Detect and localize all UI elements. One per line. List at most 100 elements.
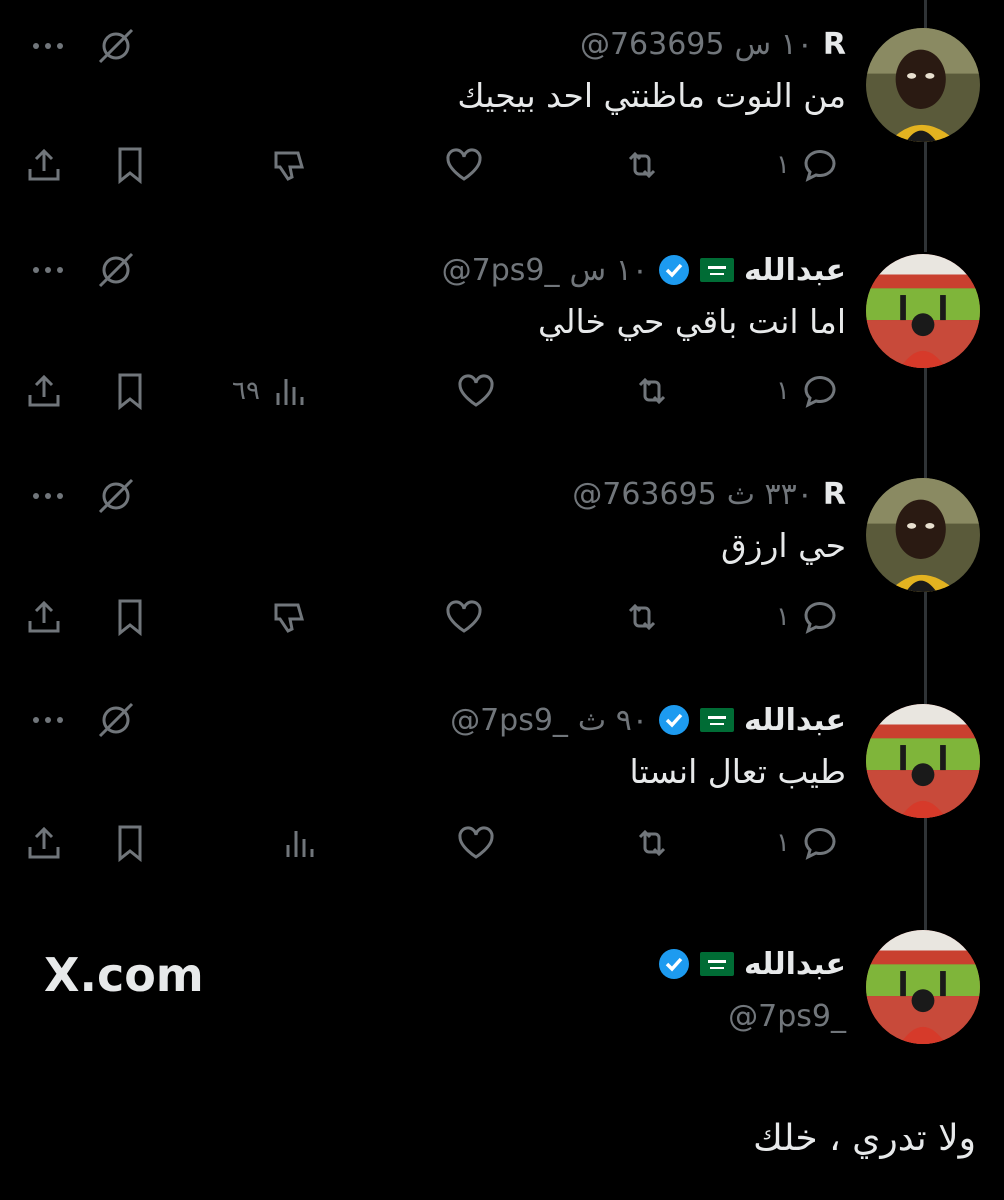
repost-icon [628,603,656,631]
bookmark-icon [118,373,142,411]
repost-icon [638,829,666,857]
repost-button[interactable] [622,592,662,642]
share-button[interactable] [24,366,64,416]
heart-icon [446,600,482,633]
avatar[interactable] [866,28,980,142]
reply-count: ١ [776,376,790,406]
analytics-icon [286,831,314,857]
bookmark-icon [118,147,142,185]
dislike-button[interactable] [270,592,310,642]
more-options-icon[interactable] [28,476,68,516]
reply-count: ١ [776,602,790,632]
reply-button[interactable]: ١ [776,592,840,642]
handle-and-time: @763695 ١٠ س [580,27,813,62]
profile-header: عبدالله [658,944,846,984]
bookmark-button[interactable] [110,366,150,416]
timestamp[interactable]: ١٠ س [734,27,812,62]
avatar[interactable] [866,930,980,1044]
grok-icon[interactable] [96,700,136,740]
profile-handle-row: @7ps9_ [728,996,846,1036]
repost-button[interactable] [632,818,672,868]
reply-button[interactable]: ١ [776,818,840,868]
display-name[interactable]: عبدالله [744,947,846,982]
views-button[interactable] [280,818,320,868]
grok-icon[interactable] [96,476,136,516]
tweet-header: عبدالله @7ps9_ ٩٠ ث [450,700,846,740]
display-name[interactable]: عبدالله [744,253,846,288]
share-button[interactable] [24,140,64,190]
reply-icon [804,376,836,408]
repost-icon [638,377,666,405]
more-options-icon[interactable] [28,26,68,66]
heart-icon [458,374,494,407]
x-brand-logo[interactable]: X.com [44,948,204,1002]
avatar[interactable] [866,478,980,592]
dislike-button[interactable] [270,140,310,190]
views-count: ٦٩ [232,376,260,406]
timestamp[interactable]: ٣٣٠ ث [727,477,813,512]
bookmark-icon [118,599,142,637]
tweet-text: طيب تعال انستا [629,752,846,791]
like-button[interactable] [456,366,496,416]
avatar[interactable] [866,704,980,818]
tweet-actions: ٦٩ ١ [0,366,1004,416]
timestamp[interactable]: ١٠ س [570,253,648,288]
brand-text: X.com [44,948,204,1002]
saudi-flag-icon [699,952,734,976]
repost-button[interactable] [632,366,672,416]
tweet-header: R @763695 ٣٣٠ ث [572,474,846,514]
saudi-flag-icon [699,258,734,282]
handle[interactable]: @763695 [580,27,725,62]
heart-icon [446,148,482,181]
repost-icon [628,151,656,179]
verified-badge-icon [658,949,689,979]
reply-count: ١ [776,828,790,858]
tweet-actions: ١ [0,140,1004,190]
tweet-header: R @763695 ١٠ س [580,24,846,64]
thumbs-down-icon [274,151,304,181]
more-options-icon[interactable] [28,250,68,290]
like-button[interactable] [444,592,484,642]
bookmark-button[interactable] [110,140,150,190]
repost-button[interactable] [622,140,662,190]
like-button[interactable] [456,818,496,868]
bookmark-button[interactable] [110,818,150,868]
verified-badge-icon [658,255,689,285]
reply-count: ١ [776,150,790,180]
handle[interactable]: @763695 [572,477,717,512]
verified-badge-icon [658,705,689,735]
handle[interactable]: @7ps9_ [450,703,568,738]
tweet-actions: ١ [0,592,1004,642]
display-name[interactable]: R [823,27,846,62]
share-icon [28,374,60,407]
reply-icon [804,828,836,860]
reply-button[interactable]: ١ [776,366,840,416]
views-button[interactable]: ٦٩ [232,366,310,416]
handle[interactable]: @7ps9_ [442,253,560,288]
handle-and-time: @7ps9_ ١٠ س [442,253,648,288]
heart-icon [458,826,494,859]
share-icon [28,826,60,859]
handle[interactable]: @7ps9_ [728,999,846,1034]
avatar[interactable] [866,254,980,368]
display-name[interactable]: R [823,477,846,512]
handle-and-time: @763695 ٣٣٠ ث [572,477,813,512]
tweet-actions: ١ [0,818,1004,868]
share-icon [28,600,60,633]
display-name[interactable]: عبدالله [744,703,846,738]
like-button[interactable] [444,140,484,190]
timestamp[interactable]: ٩٠ ث [578,703,648,738]
tweet-text: اما انت باقي حي خالي [537,302,846,341]
grok-icon[interactable] [96,26,136,66]
grok-icon[interactable] [96,250,136,290]
share-button[interactable] [24,818,64,868]
bookmark-button[interactable] [110,592,150,642]
more-options-icon[interactable] [28,700,68,740]
saudi-flag-icon [699,708,734,732]
thread-line [924,0,927,30]
tweet-header: عبدالله @7ps9_ ١٠ س [442,250,846,290]
share-button[interactable] [24,592,64,642]
reply-button[interactable]: ١ [776,140,840,190]
tweet-text: حي ارزق [720,526,846,565]
tweet-text: من النوت ماظنتي احد بيجيك [457,76,846,115]
